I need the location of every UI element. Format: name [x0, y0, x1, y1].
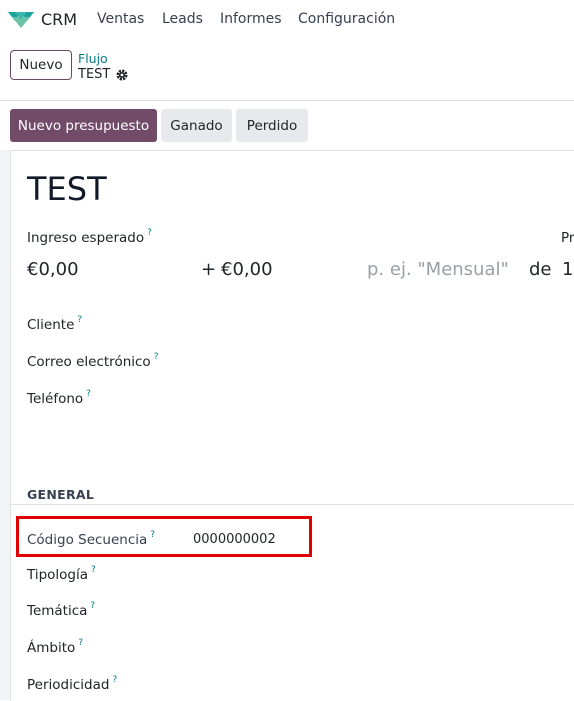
breadcrumb-parent[interactable]: Flujo: [78, 51, 108, 66]
probability-label-cut: Pr: [561, 230, 574, 246]
email-label-text: Correo electrónico: [27, 354, 151, 370]
highlight-box: [16, 516, 312, 557]
expected-revenue-field[interactable]: €0,00: [27, 259, 79, 280]
expected-revenue-label-text: Ingreso esperado: [27, 230, 145, 246]
new-quotation-button[interactable]: Nuevo presupuesto: [10, 109, 157, 142]
expected-revenue-label: Ingreso esperado?: [27, 228, 152, 246]
menu-informes[interactable]: Informes: [220, 11, 282, 27]
tooltip-icon[interactable]: ?: [91, 565, 96, 575]
menu-configuracion[interactable]: Configuración: [298, 11, 395, 27]
breadcrumb-current: TEST: [78, 67, 111, 82]
status-bar: Nuevo presupuesto Ganado Perdido: [0, 101, 574, 149]
control-panel: Nuevo Flujo TEST: [0, 38, 574, 101]
phone-label-text: Teléfono: [27, 391, 84, 407]
tooltip-icon[interactable]: ?: [147, 228, 152, 238]
tooltip-icon[interactable]: ?: [86, 389, 91, 399]
section-divider: [10, 504, 574, 505]
tematica-label: Temática?: [27, 601, 95, 619]
general-section-title: GENERAL: [27, 487, 95, 502]
app-name[interactable]: CRM: [41, 10, 77, 29]
tipologia-label: Tipología?: [27, 565, 96, 583]
tooltip-icon[interactable]: ?: [90, 601, 95, 611]
ambito-label: Ámbito?: [27, 638, 83, 656]
tipologia-label-text: Tipología: [27, 567, 89, 583]
de-label: de: [529, 259, 552, 280]
crm-logo-icon[interactable]: [8, 9, 34, 29]
lost-button[interactable]: Perdido: [236, 109, 308, 142]
top-navbar: CRM Ventas Leads Informes Configuración: [0, 0, 574, 38]
tematica-label-text: Temática: [27, 603, 88, 619]
recurring-plan-input[interactable]: p. ej. "Mensual": [367, 259, 509, 280]
periodicidad-label: Periodicidad?: [27, 675, 117, 693]
tooltip-icon[interactable]: ?: [154, 352, 159, 362]
tooltip-icon[interactable]: ?: [78, 638, 83, 648]
plus-sign: +: [201, 259, 217, 280]
gear-icon[interactable]: [115, 68, 129, 82]
phone-label: Teléfono?: [27, 389, 91, 407]
menu-ventas[interactable]: Ventas: [97, 11, 144, 27]
tooltip-icon[interactable]: ?: [112, 675, 117, 685]
periodicidad-label-text: Periodicidad: [27, 677, 110, 693]
ambito-label-text: Ámbito: [27, 640, 76, 656]
new-button[interactable]: Nuevo: [10, 50, 72, 80]
tooltip-icon[interactable]: ?: [77, 315, 82, 325]
recurring-revenue-field[interactable]: €0,00: [221, 259, 273, 280]
probability-value-cut[interactable]: 1: [562, 259, 573, 280]
customer-label: Cliente?: [27, 315, 82, 333]
won-button[interactable]: Ganado: [161, 109, 232, 142]
menu-leads[interactable]: Leads: [162, 11, 203, 27]
email-label: Correo electrónico?: [27, 352, 159, 370]
customer-label-text: Cliente: [27, 317, 75, 333]
record-title[interactable]: TEST: [27, 170, 107, 208]
